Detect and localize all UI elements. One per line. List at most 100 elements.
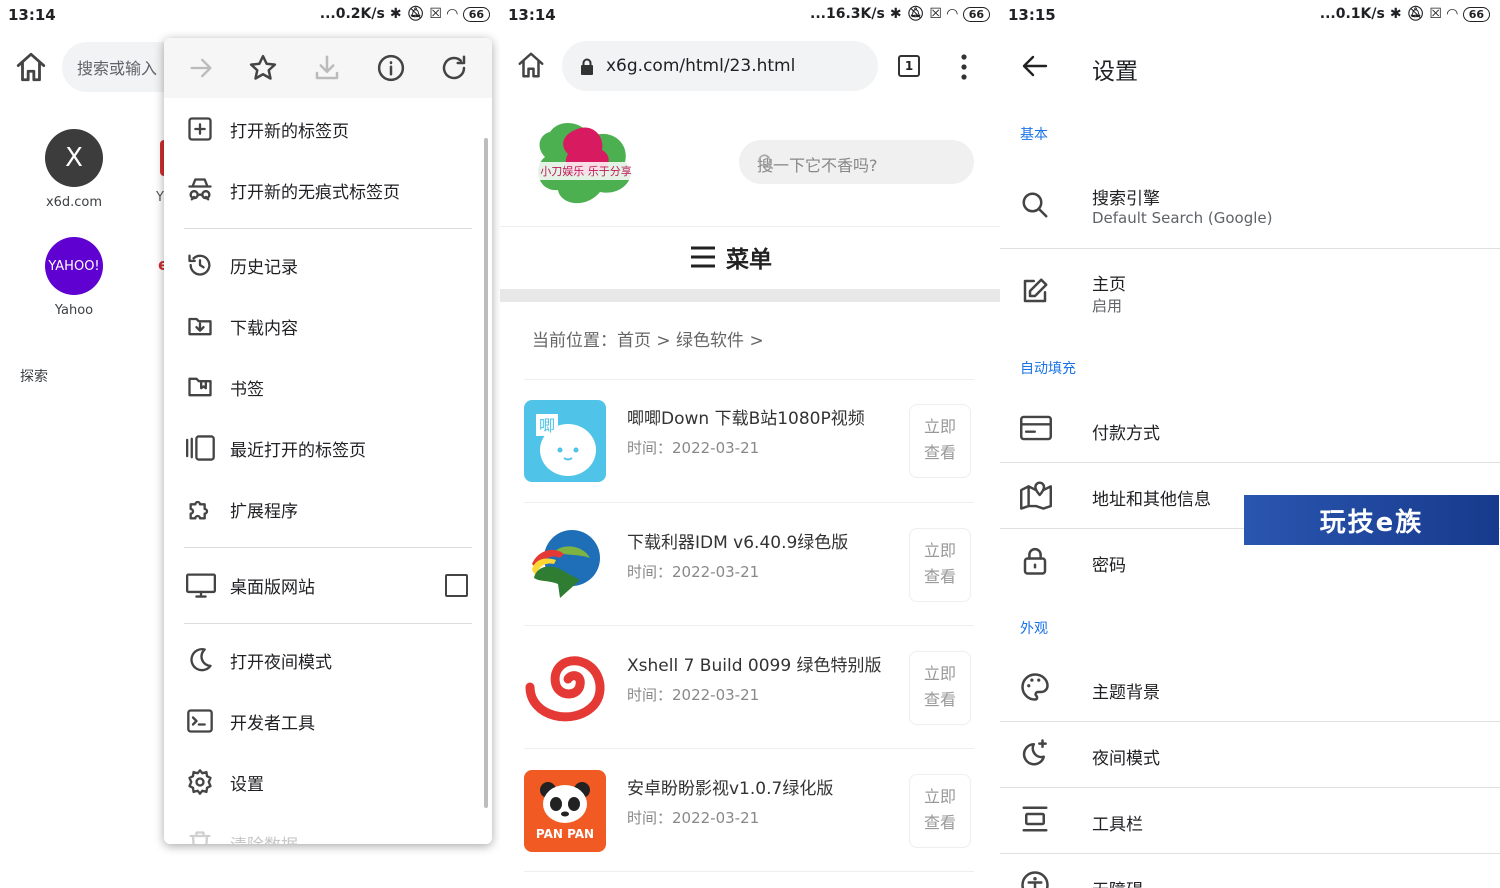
menu-item-label: 开发者工具 <box>230 714 315 734</box>
lock-icon <box>1020 546 1050 576</box>
night-mode-icon <box>1020 738 1050 768</box>
site-search-box[interactable]: 搜一下它不香吗? <box>739 140 974 184</box>
shortcut-tile[interactable]: YAHOO! Yahoo <box>44 237 104 318</box>
map-pin-icon <box>1020 480 1052 510</box>
menu-item-incognito-tab[interactable]: 打开新的无痕式标签页 <box>164 160 492 221</box>
menu-item-recent-tabs[interactable]: 最近打开的标签页 <box>164 418 492 479</box>
settings-row-toolbar[interactable]: 工具栏 <box>1000 788 1500 852</box>
menu-item-desktop-site[interactable]: 桌面版网站 <box>164 555 492 616</box>
article-item[interactable]: Xshell 7 Build 0099 绿色特别版 时间：2022-03-21 … <box>524 647 974 755</box>
article-date: 时间：2022-03-21 <box>627 563 760 581</box>
accessibility-icon <box>1020 870 1050 888</box>
article-thumbnail[interactable]: PAN PAN <box>524 770 606 852</box>
battery-icon: 66 <box>1462 6 1490 22</box>
view-now-button[interactable]: 立即 查看 <box>909 651 971 725</box>
menu-item-label: 最近打开的标签页 <box>230 441 366 461</box>
home-icon[interactable] <box>14 50 48 84</box>
settings-row-accessibility[interactable]: 无障碍 <box>1000 854 1500 888</box>
settings-row-homepage[interactable]: 主页 启用 <box>1000 256 1500 334</box>
menu-item-extensions[interactable]: 扩展程序 <box>164 479 492 540</box>
view-now-button[interactable]: 立即 查看 <box>909 774 971 848</box>
view-now-button[interactable]: 立即 查看 <box>909 528 971 602</box>
shortcut-tile[interactable]: X x6d.com <box>44 129 104 210</box>
more-options-icon[interactable] <box>959 54 969 80</box>
menu-item-history[interactable]: 历史记录 <box>164 235 492 296</box>
article-item[interactable]: 下载利器IDM v6.40.9绿色版 时间：2022-03-21 立即 查看 <box>524 524 974 632</box>
url-bar[interactable]: x6g.com/html/23.html <box>562 41 878 91</box>
menu-scrollbar[interactable] <box>484 138 488 808</box>
article-title[interactable]: Xshell 7 Build 0099 绿色特别版 <box>627 651 882 676</box>
search-icon[interactable] <box>757 153 956 171</box>
search-icon <box>1020 190 1050 220</box>
forward-icon[interactable] <box>187 54 215 82</box>
bluetooth-icon: ✱ <box>889 6 902 22</box>
site-menu-button[interactable]: 菜单 <box>690 240 772 274</box>
wifi-icon: ◠ <box>446 6 458 22</box>
overflow-menu: 打开新的标签页 打开新的无痕式标签页 历史记录 下载内容 书签 最近打开的标签页… <box>164 38 492 844</box>
row-title: 主页 <box>1092 275 1126 295</box>
settings-row-payment[interactable]: 付款方式 <box>1000 398 1500 462</box>
section-header-appearance: 外观 <box>1020 621 1048 637</box>
add-tab-icon <box>186 115 214 143</box>
divider <box>1000 462 1500 463</box>
menu-item-downloads[interactable]: 下载内容 <box>164 296 492 357</box>
site-logo[interactable]: 小刀娱乐 乐于分享 <box>530 112 642 212</box>
palette-icon <box>1020 672 1050 702</box>
mute-icon: 🔕︎ <box>406 6 425 22</box>
article-item[interactable]: 唧 唧唧Down 下载B站1080P视频 时间：2022-03-21 立即 查看 <box>524 400 974 508</box>
divider <box>524 871 974 872</box>
article-item[interactable]: PAN PAN 安卓盼盼影视v1.0.7绿化版 时间：2022-03-21 立即… <box>524 770 974 878</box>
settings-row-night-mode[interactable]: 夜间模式 <box>1000 722 1500 786</box>
info-icon[interactable] <box>376 53 406 83</box>
article-title[interactable]: 唧唧Down 下载B站1080P视频 <box>627 404 865 429</box>
article-title[interactable]: 下载利器IDM v6.40.9绿色版 <box>627 528 848 553</box>
toolbar-icon <box>1020 804 1050 834</box>
menu-item-label: 下载内容 <box>230 319 298 339</box>
settings-row-search-engine[interactable]: 搜索引擎 Default Search (Google) <box>1000 170 1500 248</box>
credit-card-icon <box>1020 414 1052 442</box>
back-arrow-icon[interactable] <box>1022 54 1048 78</box>
menu-item-dev-tools[interactable]: 开发者工具 <box>164 691 492 752</box>
row-subtitle: 启用 <box>1092 297 1123 315</box>
menu-item-label: 设置 <box>230 775 264 795</box>
divider <box>524 379 974 380</box>
recent-tabs-icon <box>186 434 216 462</box>
row-title: 工具栏 <box>1092 815 1143 835</box>
row-title: 主题背景 <box>1092 683 1160 703</box>
mute-icon: 🔕︎ <box>1406 6 1425 22</box>
menu-item-label: 打开新的标签页 <box>230 122 349 142</box>
article-thumbnail[interactable]: 唧 <box>524 400 606 482</box>
view-now-button[interactable]: 立即 查看 <box>909 404 971 478</box>
svg-text:唧: 唧 <box>539 416 555 435</box>
desktop-site-checkbox[interactable] <box>445 574 468 597</box>
svg-text:PAN PAN: PAN PAN <box>536 827 594 841</box>
bookmark-star-icon[interactable] <box>248 53 278 83</box>
lock-icon[interactable] <box>580 58 594 76</box>
menu-item-clear-data[interactable]: 清除数据 <box>164 813 492 844</box>
article-thumbnail[interactable] <box>524 647 606 729</box>
sim-icon: ☒ <box>429 6 442 22</box>
status-bar: 13:15 ...0.1K/s ✱ 🔕︎ ☒ ◠ 66 <box>1000 0 1500 32</box>
battery-icon: 66 <box>962 6 990 22</box>
mute-icon: 🔕︎ <box>906 6 925 22</box>
menu-item-label: 书签 <box>230 380 264 400</box>
tab-switcher-button[interactable]: 1 <box>898 55 920 77</box>
wifi-icon: ◠ <box>946 6 958 22</box>
terminal-icon <box>186 707 214 735</box>
incognito-icon <box>186 176 214 204</box>
article-date: 时间：2022-03-21 <box>627 809 760 827</box>
home-icon[interactable] <box>516 50 546 80</box>
article-title[interactable]: 安卓盼盼影视v1.0.7绿化版 <box>627 774 833 799</box>
menu-item-new-tab[interactable]: 打开新的标签页 <box>164 99 492 160</box>
settings-row-theme[interactable]: 主题背景 <box>1000 656 1500 720</box>
tile-icon: X <box>45 129 103 187</box>
menu-item-bookmarks[interactable]: 书签 <box>164 357 492 418</box>
menu-item-label: 清除数据 <box>230 831 298 844</box>
desktop-icon <box>186 571 216 599</box>
menu-item-night-mode[interactable]: 打开夜间模式 <box>164 630 492 691</box>
menu-item-settings[interactable]: 设置 <box>164 752 492 813</box>
article-thumbnail[interactable] <box>524 524 606 606</box>
refresh-icon[interactable] <box>439 53 469 83</box>
section-header-autofill: 自动填充 <box>1020 361 1076 377</box>
download-icon[interactable] <box>312 53 342 83</box>
